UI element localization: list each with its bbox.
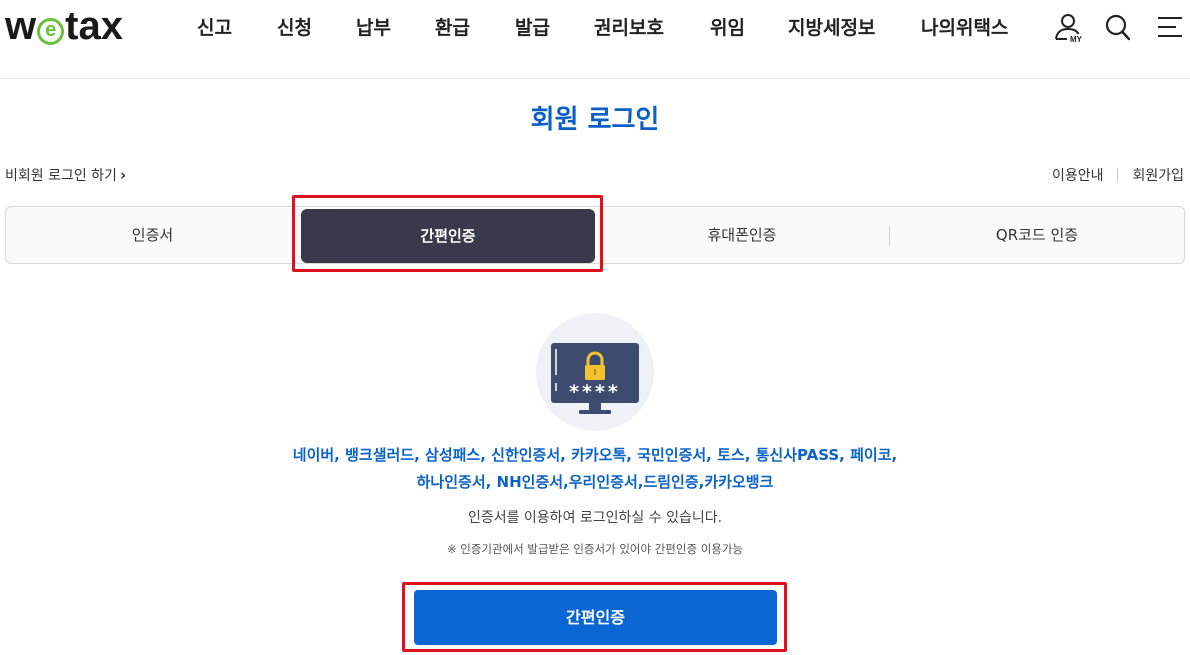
chevron-right-icon: › [119,166,127,184]
wetax-logo[interactable]: w e tax [5,4,123,48]
login-note: ※ 인증기관에서 발급받은 인증서가 있어야 간편인증 이용가능 [446,542,744,556]
logo-text-tax: tax [65,4,123,48]
supported-providers: 네이버, 뱅크샐러드, 삼성패스, 신한인증서, 카카오톡, 국민인증서, 토스… [0,442,1190,496]
search-icon[interactable] [1104,12,1136,44]
tab-qr-auth[interactable]: QR코드 인증 [890,207,1184,263]
page-title: 회원 로그인 [530,105,660,135]
nav-item-pay[interactable]: 납부 [356,14,391,42]
nav-item-report[interactable]: 신고 [197,14,232,42]
nav-item-local-tax-info[interactable]: 지방세정보 [788,14,875,42]
guide-link[interactable]: 이용안내 [1052,165,1104,185]
monitor-lock-password-icon: **** [536,313,654,431]
providers-line-2: 하나인증서, NH인증서,우리인증서,드림인증,카카오뱅크 [416,473,774,491]
nonmember-login-link[interactable]: 비회원 로그인 하기 › [5,165,126,185]
logo-e-circle: e [37,18,65,45]
logo-text-w: w [5,4,37,48]
utility-links: 이용안내 회원가입 [1052,165,1184,185]
simple-auth-button[interactable]: 간편인증 [414,590,777,645]
login-method-tabs: 인증서 간편인증 휴대폰인증 QR코드 인증 [5,206,1185,264]
site-header: w e tax 신고 신청 납부 환급 발급 권리보호 위임 지방세정보 나의위택스… [0,0,1190,79]
password-mask: **** [569,381,621,403]
signup-link[interactable]: 회원가입 [1132,165,1184,185]
nav-item-rights[interactable]: 권리보호 [594,14,664,42]
my-label: MY [1070,35,1083,44]
tab-simple-auth[interactable]: 간편인증 [301,209,595,263]
user-my-icon[interactable]: MY [1053,12,1085,44]
nav-item-apply[interactable]: 신청 [277,14,312,42]
login-description: 인증서를 이용하여 로그인하실 수 있습니다. [467,510,723,526]
providers-line-1: 네이버, 뱅크샐러드, 삼성패스, 신한인증서, 카카오톡, 국민인증서, 토스… [292,446,898,464]
tab-certificate[interactable]: 인증서 [6,207,299,263]
nav-item-my-wetax[interactable]: 나의위택스 [921,14,1008,42]
nav-item-refund[interactable]: 환급 [435,14,470,42]
nav-item-issue[interactable]: 발급 [515,14,550,42]
tab-phone-auth[interactable]: 휴대폰인증 [595,207,889,263]
divider [1117,168,1119,182]
hamburger-menu-icon[interactable] [1156,12,1188,44]
nonmember-login-label: 비회원 로그인 하기 [5,168,117,184]
nav-item-delegation[interactable]: 위임 [710,14,745,42]
